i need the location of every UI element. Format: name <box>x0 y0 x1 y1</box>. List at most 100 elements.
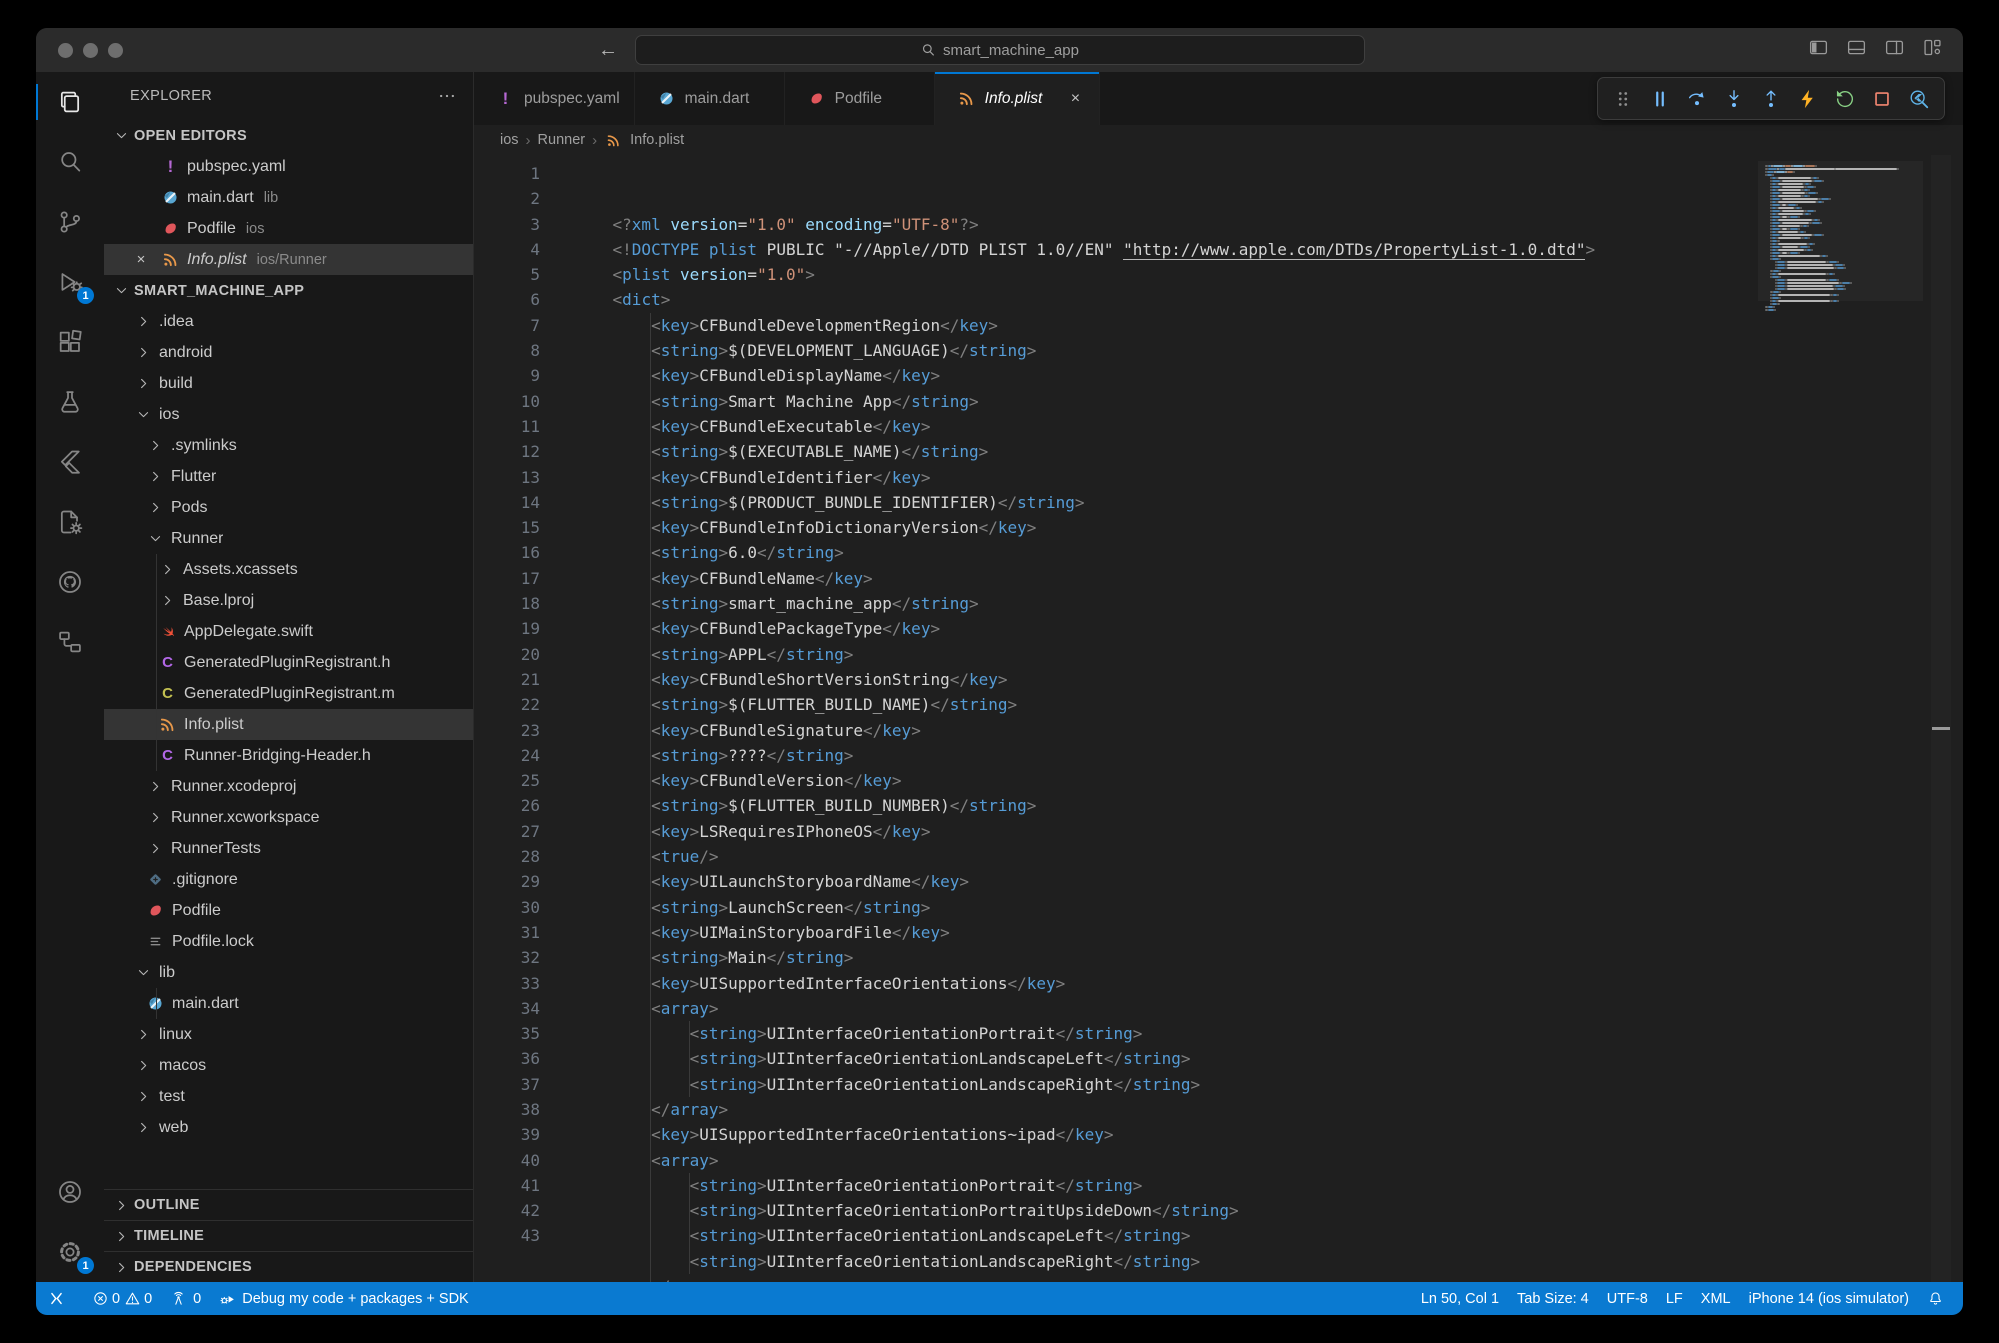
status-encoding[interactable]: UTF-8 <box>1598 1282 1657 1315</box>
status-eol[interactable]: LF <box>1657 1282 1692 1315</box>
breadcrumb-item[interactable]: Runner <box>538 132 586 148</box>
code-line[interactable]: 30 <string>Main</string> <box>474 895 1963 920</box>
code-line[interactable]: 15 <key>CFBundleName</key> <box>474 515 1963 540</box>
line-number[interactable]: 25 <box>474 768 540 793</box>
code-line[interactable]: 33 <string>UIInterfaceOrientationPortrai… <box>474 971 1963 996</box>
activity-bar-item-search[interactable] <box>36 132 104 192</box>
line-number[interactable]: 12 <box>474 439 540 464</box>
minimize-button[interactable] <box>83 43 98 58</box>
open-editor-pubspec.yaml[interactable]: ! pubspec.yaml <box>104 151 473 182</box>
code-line[interactable]: 19 <key>CFBundleShortVersionString</key> <box>474 616 1963 641</box>
tree-item-Runner-Bridging-Header.h[interactable]: CRunner-Bridging-Header.h <box>104 740 473 771</box>
status-language-mode[interactable]: XML <box>1692 1282 1740 1315</box>
line-number[interactable]: 37 <box>474 1072 540 1097</box>
line-number[interactable]: 2 <box>474 186 540 211</box>
code-line[interactable]: 43 </array> <box>474 1223 1963 1248</box>
activity-bar-item-flutter[interactable] <box>36 432 104 492</box>
line-number[interactable]: 10 <box>474 389 540 414</box>
tab-Podfile[interactable]: Podfile <box>785 72 935 125</box>
tree-item-Runner[interactable]: Runner <box>104 523 473 554</box>
tree-item-macos[interactable]: macos <box>104 1050 473 1081</box>
tree-item-Flutter[interactable]: Flutter <box>104 461 473 492</box>
tree-item-android[interactable]: android <box>104 337 473 368</box>
line-number[interactable]: 23 <box>474 718 540 743</box>
tree-item-Runner.xcodeproj[interactable]: Runner.xcodeproj <box>104 771 473 802</box>
zoom-button[interactable] <box>108 43 123 58</box>
line-number[interactable]: 43 <box>474 1223 540 1248</box>
tree-item-Assets.xcassets[interactable]: Assets.xcassets <box>104 554 473 585</box>
debug-step-over-button[interactable] <box>1682 84 1712 114</box>
activity-bar-item-github[interactable] <box>36 552 104 612</box>
line-number[interactable]: 28 <box>474 844 540 869</box>
code-line[interactable]: 1 <?xml version="1.0" encoding="UTF-8"?> <box>474 161 1963 186</box>
activity-bar-item-settings[interactable]: 1 <box>36 1222 104 1282</box>
command-center-search[interactable]: smart_machine_app <box>635 35 1365 65</box>
section-dependencies[interactable]: DEPENDENCIES <box>104 1251 473 1282</box>
tree-item-RunnerTests[interactable]: RunnerTests <box>104 833 473 864</box>
chevron-right-icon[interactable] <box>134 1088 152 1106</box>
chevron-right-icon[interactable] <box>158 592 176 610</box>
code-line[interactable]: 10 <string>$(EXECUTABLE_NAME)</string> <box>474 389 1963 414</box>
chevron-right-icon[interactable] <box>112 1196 130 1214</box>
code-line[interactable]: 14 <string>6.0</string> <box>474 490 1963 515</box>
chevron-right-icon[interactable] <box>146 840 164 858</box>
open-editor-Info.plist[interactable]: × Info.plist ios/Runner <box>104 244 473 275</box>
line-number[interactable]: 16 <box>474 540 540 565</box>
code-line[interactable]: 39 <string>UIInterfaceOrientationPortrai… <box>474 1122 1963 1147</box>
code-line[interactable]: 41 <string>UIInterfaceOrientationLandsca… <box>474 1173 1963 1198</box>
line-number[interactable]: 6 <box>474 287 540 312</box>
line-number[interactable]: 4 <box>474 237 540 262</box>
line-number[interactable]: 42 <box>474 1198 540 1223</box>
code-line[interactable]: 40 <string>UIInterfaceOrientationPortrai… <box>474 1148 1963 1173</box>
project-root-header[interactable]: SMART_MACHINE_APP <box>104 275 473 306</box>
status-debug-session[interactable]: Debug my code + packages + SDK <box>210 1282 478 1315</box>
tree-item-.gitignore[interactable]: .gitignore <box>104 864 473 895</box>
code-line[interactable]: 25 <key>LSRequiresIPhoneOS</key> <box>474 768 1963 793</box>
vertical-scrollbar[interactable] <box>1931 155 1951 1282</box>
code-line[interactable]: 37 <key>UISupportedInterfaceOrientations… <box>474 1072 1963 1097</box>
line-number[interactable]: 27 <box>474 819 540 844</box>
tab-pubspec.yaml[interactable]: ! pubspec.yaml <box>474 72 635 125</box>
line-number[interactable]: 18 <box>474 591 540 616</box>
status-notifications[interactable] <box>1918 1282 1953 1315</box>
chevron-down-icon[interactable] <box>112 282 130 300</box>
line-number[interactable]: 11 <box>474 414 540 439</box>
code-line[interactable]: 42 <string>UIInterfaceOrientationLandsca… <box>474 1198 1963 1223</box>
code-line[interactable]: 11 <key>CFBundleIdentifier</key> <box>474 414 1963 439</box>
breadcrumb-item[interactable]: Info.plist <box>630 132 684 148</box>
toggle-panel-icon[interactable] <box>1846 37 1867 63</box>
activity-bar-item-extensions[interactable] <box>36 312 104 372</box>
chevron-right-icon[interactable] <box>134 1057 152 1075</box>
chevron-down-icon[interactable] <box>134 406 152 424</box>
section-timeline[interactable]: TIMELINE <box>104 1220 473 1251</box>
code-line[interactable]: 26 <true/> <box>474 793 1963 818</box>
debug-step-out-button[interactable] <box>1756 84 1786 114</box>
tree-item-test[interactable]: test <box>104 1081 473 1112</box>
code-line[interactable]: 17 <key>CFBundlePackageType</key> <box>474 566 1963 591</box>
open-editor-main.dart[interactable]: main.dart lib <box>104 182 473 213</box>
line-number[interactable]: 17 <box>474 566 540 591</box>
toggle-primary-sidebar-icon[interactable] <box>1808 37 1829 63</box>
line-number[interactable]: 36 <box>474 1046 540 1071</box>
line-number[interactable]: 14 <box>474 490 540 515</box>
activity-bar-item-references[interactable] <box>36 612 104 672</box>
tree-item-Base.lproj[interactable]: Base.lproj <box>104 585 473 616</box>
chevron-right-icon[interactable] <box>146 809 164 827</box>
line-number[interactable]: 39 <box>474 1122 540 1147</box>
line-number[interactable]: 7 <box>474 313 540 338</box>
line-number[interactable]: 3 <box>474 212 540 237</box>
status-problems[interactable]: 00 <box>83 1282 161 1315</box>
code-line[interactable]: 12 <string>$(PRODUCT_BUNDLE_IDENTIFIER)<… <box>474 439 1963 464</box>
code-line[interactable]: 21 <key>CFBundleSignature</key> <box>474 667 1963 692</box>
toggle-secondary-sidebar-icon[interactable] <box>1884 37 1905 63</box>
line-number[interactable]: 24 <box>474 743 540 768</box>
code-line[interactable]: 29 <key>UIMainStoryboardFile</key> <box>474 869 1963 894</box>
line-number[interactable]: 26 <box>474 793 540 818</box>
line-number[interactable]: 41 <box>474 1173 540 1198</box>
line-number[interactable]: 1 <box>474 161 540 186</box>
tree-item-.idea[interactable]: .idea <box>104 306 473 337</box>
tree-item-Runner.xcworkspace[interactable]: Runner.xcworkspace <box>104 802 473 833</box>
line-number[interactable]: 29 <box>474 869 540 894</box>
code-line[interactable]: 22 <string>????</string> <box>474 692 1963 717</box>
section-outline[interactable]: OUTLINE <box>104 1189 473 1220</box>
